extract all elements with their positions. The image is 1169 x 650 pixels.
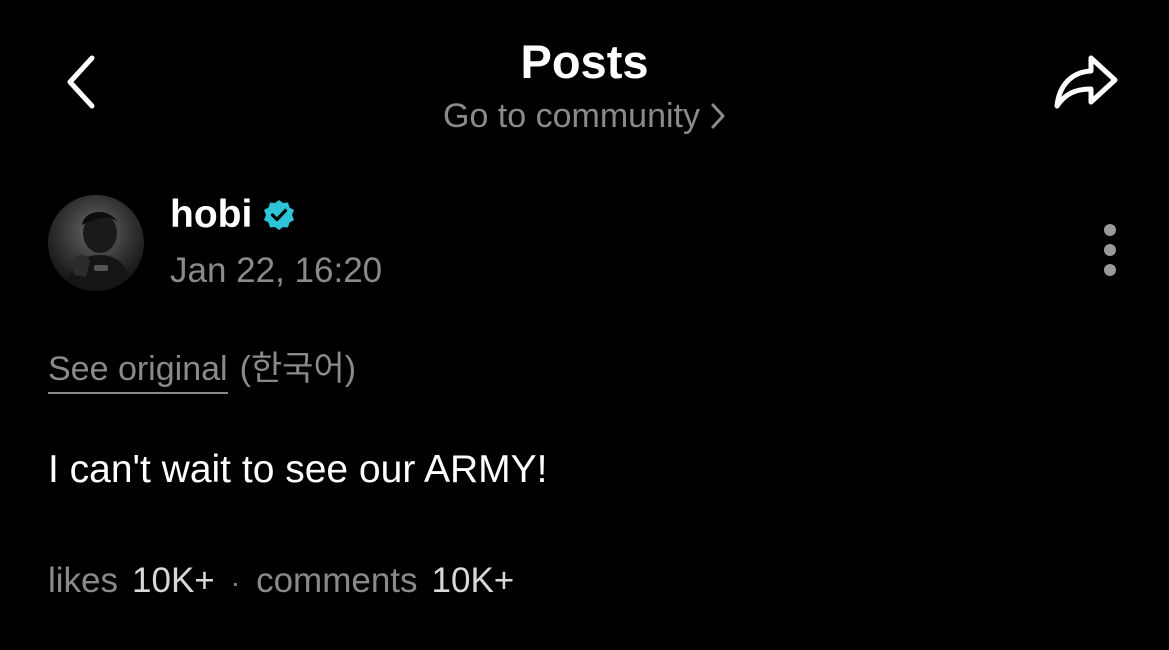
- avatar[interactable]: [48, 195, 144, 291]
- avatar-photo: [66, 211, 132, 291]
- more-vertical-icon-dot: [1104, 244, 1116, 256]
- chevron-right-icon: [710, 102, 726, 130]
- share-arrow-icon: [1054, 55, 1118, 109]
- author-name[interactable]: hobi: [170, 192, 296, 238]
- post-body-text: I can't wait to see our ARMY!: [48, 448, 548, 491]
- comments-label[interactable]: comments: [256, 560, 417, 602]
- go-to-community-link[interactable]: Go to community: [0, 96, 1169, 136]
- author-name-label: hobi: [170, 193, 253, 236]
- translation-row: See original (한국어): [48, 348, 356, 394]
- likes-count[interactable]: 10K+: [132, 560, 215, 602]
- comments-count[interactable]: 10K+: [432, 560, 515, 602]
- likes-label[interactable]: likes: [48, 560, 118, 602]
- more-vertical-icon-dot: [1104, 264, 1116, 276]
- see-original-link[interactable]: See original: [48, 348, 228, 394]
- post-timestamp: Jan 22, 16:20: [170, 251, 383, 290]
- share-button[interactable]: [1046, 50, 1126, 114]
- page-title: Posts: [520, 35, 649, 88]
- header-bar: Posts Go to community: [0, 0, 1169, 160]
- more-options-button[interactable]: [1088, 218, 1132, 282]
- verified-badge-icon: [262, 198, 296, 232]
- more-vertical-icon: [1104, 224, 1116, 236]
- community-link-label: Go to community: [443, 97, 700, 135]
- post-stats: likes 10K+ · comments 10K+: [48, 560, 514, 604]
- stats-separator: ·: [230, 567, 241, 598]
- original-language-label: (한국어): [239, 350, 357, 388]
